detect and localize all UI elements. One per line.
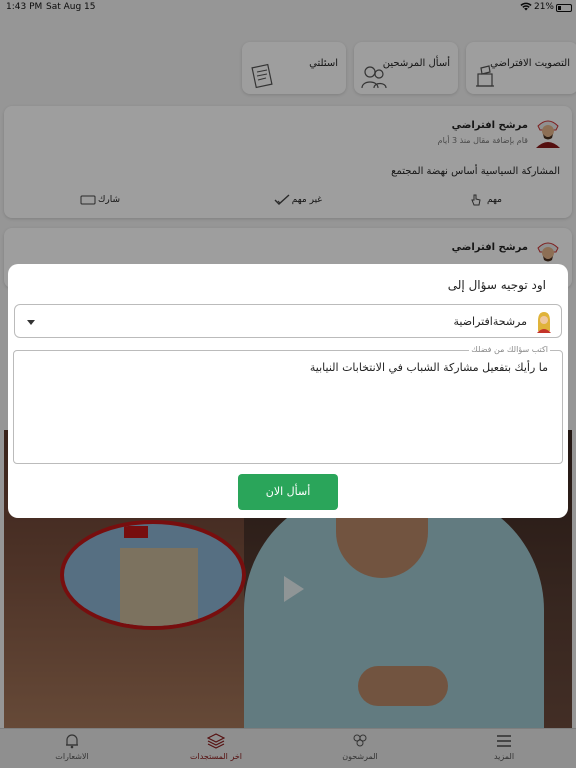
candidate-select[interactable]: مرشحةافتراضية	[14, 304, 562, 338]
candidate-female-avatar	[535, 311, 553, 333]
modal-title: اود توجيه سؤال إلى	[447, 278, 546, 292]
ask-question-modal: اود توجيه سؤال إلى مرشحةافتراضية اكتب سؤ…	[8, 264, 568, 518]
selected-candidate: مرشحةافتراضية	[453, 315, 528, 328]
question-textarea[interactable]: اكتب سؤالك من فضلك ما رأيك بتفعيل مشاركة…	[13, 345, 563, 464]
submit-question-button[interactable]: أسأل الان	[238, 474, 338, 510]
question-field-label: اكتب سؤالك من فضلك	[469, 345, 550, 354]
question-text: ما رأيك بتفعيل مشاركة الشباب في الانتخاب…	[309, 361, 548, 374]
chevron-down-icon	[27, 320, 35, 325]
